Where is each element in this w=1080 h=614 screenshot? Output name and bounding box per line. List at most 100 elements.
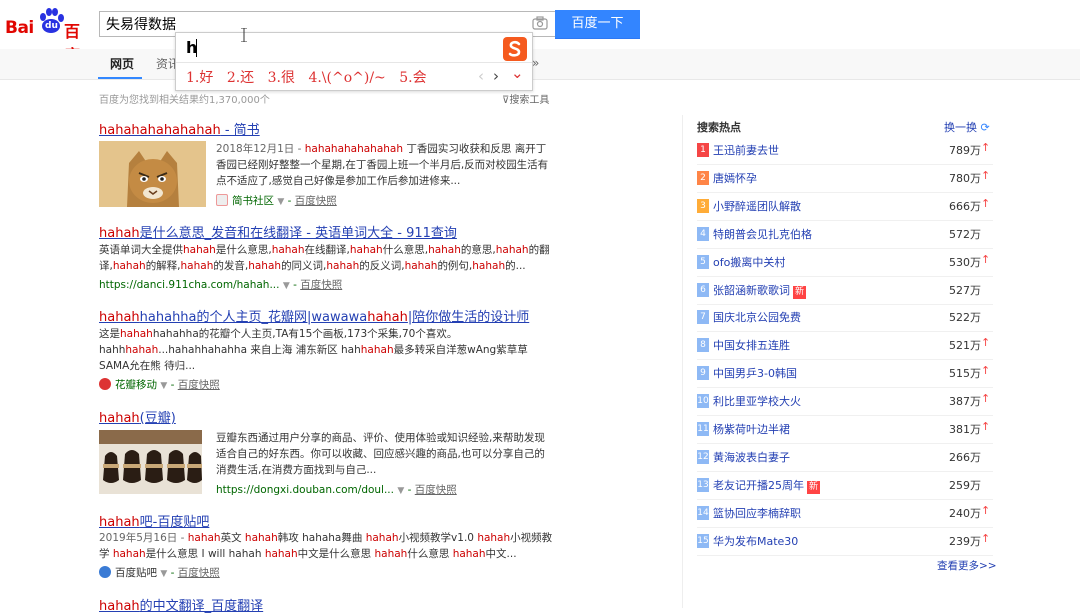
ime-next-page[interactable]: › [493,67,499,85]
refresh-hot-button[interactable]: 换一换 ⟳ [944,119,990,135]
tab-more-button[interactable]: » [532,56,539,70]
ime-candidate[interactable]: 4.\(^o^)/~ [308,70,385,86]
hot-item-title[interactable]: 张韶涵新歌歌词新 [713,282,807,299]
baidu-logo[interactable]: Bai du 百度 [5,8,93,65]
hot-search-item[interactable]: 4 特朗普会见扎克伯格 572万 [697,223,997,251]
hot-item-title[interactable]: ofo搬离中关村 [713,254,785,270]
hot-item-title[interactable]: 老友记开播25周年新 [713,477,821,494]
active-tab-indicator [98,77,142,79]
ime-candidate[interactable]: 2.还 [227,70,254,86]
hot-search-item[interactable]: 2 唐嫣怀孕 780万 ↑ [697,167,997,195]
hot-item-title[interactable]: 利比里亚学校大火 [713,393,801,409]
ime-expand-button[interactable]: ⌄ [511,64,524,82]
result-source: 百度贴吧 ▼ - 百度快照 [99,565,220,580]
dropdown-arrow-icon[interactable]: ▼ [397,486,404,496]
result-url-text[interactable]: https://danci.911cha.com/hahah... [99,279,279,291]
hot-rank-badge: 13 [697,477,709,492]
hot-search-item[interactable]: 1 王迅前妻去世 789万 ↑ [697,139,997,167]
hot-item-title-text: 王迅前妻去世 [713,144,779,157]
logo-text-left: Bai [5,18,34,38]
hot-search-item[interactable]: 8 中国女排五连胜 521万 ↑ [697,334,997,362]
hot-search-item[interactable]: 5 ofo搬离中关村 530万 ↑ [697,251,997,279]
hot-item-title[interactable]: 国庆北京公园免费 [713,309,801,325]
hot-item-title[interactable]: 黄海波表白妻子 [713,449,790,465]
hot-item-title-text: 特朗普会见扎克伯格 [713,227,812,241]
result-source-name[interactable]: 花瓣移动 [115,379,157,391]
ime-candidate[interactable]: 3.很 [268,70,295,86]
result-thumbnail-bags[interactable] [99,430,202,494]
result-title[interactable]: hahahahahahahah - 简书 [99,119,260,138]
tieba-icon [99,566,111,578]
hot-search-item[interactable]: 11 杨紫荷叶边半裙 381万 ↑ [697,418,997,446]
hot-item-title[interactable]: 篮协回应李楠辞职 [713,505,801,521]
ime-candidate[interactable]: 1.好 [186,70,213,86]
hot-row-divider [697,359,993,361]
hot-item-title[interactable]: 小野醉遥团队解散 [713,198,801,214]
snapshot-link[interactable]: 百度快照 [178,379,220,391]
trend-up-icon: ↑ [981,196,991,210]
hot-rank-badge: 2 [697,170,709,185]
hot-item-title-text: 黄海波表白妻子 [713,450,790,464]
result-title[interactable]: hahah是什么意思_发音和在线翻译 - 英语单词大全 - 911查询 [99,222,457,241]
result-title[interactable]: hahah的中文翻译_百度翻译 [99,595,263,614]
hot-item-count: 381万 [949,423,981,436]
ime-prev-page[interactable]: ‹ [478,67,484,85]
hot-item-title[interactable]: 杨紫荷叶边半裙 [713,421,790,437]
result-title[interactable]: hahah(豆瓣) [99,407,176,426]
hot-item-count: 240万 [949,506,981,520]
hot-search-item[interactable]: 7 国庆北京公园免费 522万 [697,306,997,334]
refresh-icon: ⟳ [980,121,990,134]
dropdown-arrow-icon[interactable]: ▼ [160,381,167,391]
hot-row-divider [697,415,993,417]
hot-rank-badge: 10 [697,394,709,409]
sogou-ime-icon[interactable] [502,36,528,62]
search-input[interactable] [106,15,516,33]
hot-item-title[interactable]: 华为发布Mate30 [713,533,798,549]
hot-row-divider [697,526,993,528]
result-source-name[interactable]: 百度贴吧 [115,567,157,579]
hot-row-divider [697,275,993,277]
hot-search-item[interactable]: 6 张韶涵新歌歌词新 527万 [697,279,997,307]
dropdown-arrow-icon[interactable]: ▼ [277,197,284,207]
trend-up-icon: ↑ [981,531,991,545]
result-thumbnail-cat[interactable] [99,141,206,207]
result-source-name[interactable]: 简书社区 [232,195,274,207]
result-url-text[interactable]: https://dongxi.douban.com/doul... [216,484,394,496]
dropdown-arrow-icon[interactable]: ▼ [160,569,167,579]
search-button[interactable]: 百度一下 [555,10,640,39]
hot-item-title-text: 中国男乒3-0韩国 [713,367,797,381]
hot-search-item[interactable]: 10 利比里亚学校大火 387万 ↑ [697,390,997,418]
hot-item-count: 239万 [949,534,981,548]
hot-search-item[interactable]: 14 篮协回应李楠辞职 240万 ↑ [697,502,997,530]
hot-item-title-text: 篮协回应李楠辞职 [713,506,801,520]
search-tools-link[interactable]: ⊽搜索工具 [502,91,549,106]
trend-up-icon: ↑ [981,252,991,266]
hot-item-title[interactable]: 特朗普会见扎克伯格 [713,226,812,242]
hot-search-item[interactable]: 13 老友记开播25周年新 259万 [697,474,997,502]
snapshot-link[interactable]: 百度快照 [178,567,220,579]
snapshot-link[interactable]: 百度快照 [415,484,457,496]
snapshot-link[interactable]: 百度快照 [295,195,337,207]
result-title[interactable]: hahah吧-百度贴吧 [99,511,209,530]
hot-search-item[interactable]: 3 小野醉遥团队解散 666万 ↑ [697,195,997,223]
hot-search-item[interactable]: 12 黄海波表白妻子 266万 [697,446,997,474]
hot-search-item[interactable]: 15 华为发布Mate30 239万 ↑ [697,530,997,558]
hot-item-title[interactable]: 唐嫣怀孕 [713,170,757,186]
tab-web[interactable]: 网页 [110,55,134,72]
hot-search-item[interactable]: 9 中国男乒3-0韩国 515万 ↑ [697,362,997,390]
refresh-label: 换一换 [944,121,977,134]
dropdown-arrow-icon[interactable]: ▼ [283,281,290,291]
hot-rank-badge: 3 [697,198,709,213]
search-tools-label: 搜索工具 [509,95,550,106]
hot-item-title[interactable]: 王迅前妻去世 [713,142,779,158]
hot-item-title[interactable]: 中国男乒3-0韩国 [713,365,797,381]
ime-candidate[interactable]: 5.会 [399,70,426,86]
hot-item-title[interactable]: 中国女排五连胜 [713,337,790,353]
hot-item-title-text: 国庆北京公园免费 [713,311,801,325]
see-more-link[interactable]: 查看更多>> [937,558,997,573]
camera-icon[interactable] [532,16,548,30]
result-title[interactable]: hahahhahahha的个人主页_花瓣网|wawawahahah|陪你做生活的… [99,306,529,325]
snapshot-link[interactable]: 百度快照 [300,279,342,291]
hot-rank-badge: 1 [697,143,709,157]
hot-item-count: 527万 [949,283,981,297]
